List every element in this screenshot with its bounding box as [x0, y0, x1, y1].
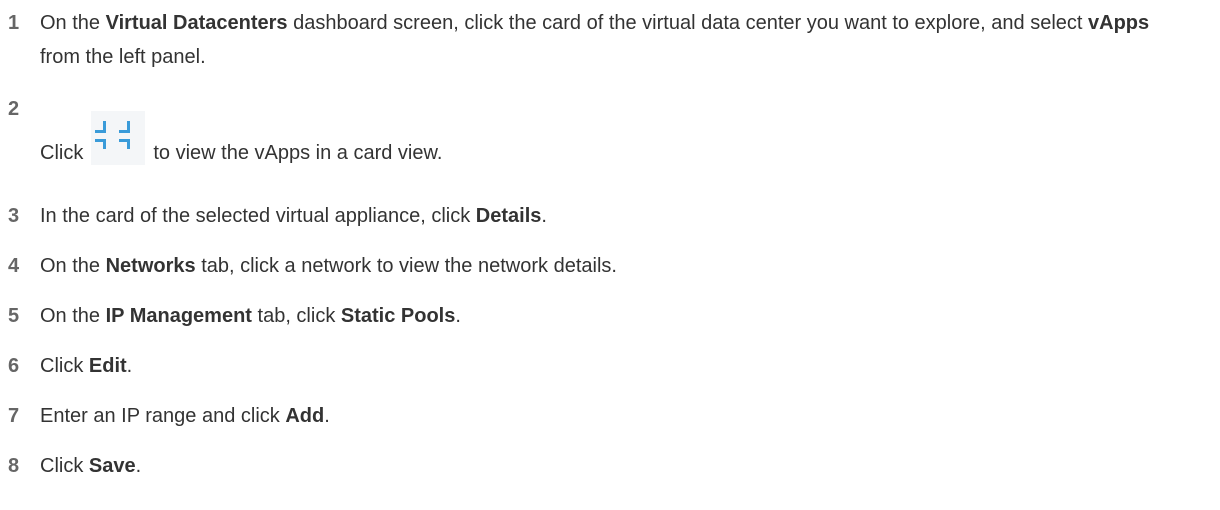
ui-label-bold: Static Pools	[340, 305, 456, 327]
step-text-segment: Enter an IP range and click	[40, 405, 286, 427]
step-number: 3	[8, 205, 20, 227]
procedure-steps: 1 On the Virtual Datacenters dashboard s…	[0, 0, 1220, 510]
step-text: On the Virtual Datacenters dashboard scr…	[40, 6, 1190, 74]
step-text: Click Save.	[40, 449, 1190, 483]
step-text-segment: tab, click	[251, 305, 341, 327]
step-text-segment: tab, click a network to view the network…	[195, 255, 617, 277]
ui-label-bold: Add	[285, 405, 325, 427]
ui-label-bold: Edit	[88, 355, 127, 377]
step-text-after: to view the vApps in a card view.	[153, 142, 443, 164]
card-view-icon	[91, 111, 146, 165]
step-text-segment: Click	[40, 455, 89, 477]
step-text-segment: dashboard screen, click the card of the …	[287, 12, 1088, 34]
step-number: 6	[8, 355, 20, 377]
step-text: Enter an IP range and click Add.	[40, 399, 1190, 433]
ui-label-bold: Networks	[105, 255, 196, 277]
step-text-before: Click	[40, 142, 84, 164]
step-number: 4	[8, 255, 20, 277]
step-number: 8	[8, 455, 20, 477]
step-text-segment: On the	[40, 12, 106, 34]
step-text-segment: .	[455, 305, 461, 327]
step-text-segment: In the card of the selected virtual appl…	[40, 205, 476, 227]
step-text-segment: Click	[40, 355, 89, 377]
step-text: Click to view the vApps in a card view.	[40, 111, 1190, 170]
step-text: In the card of the selected virtual appl…	[40, 199, 1190, 233]
step-number: 1	[8, 12, 20, 34]
step-text-segment: .	[135, 455, 142, 477]
ui-label-bold: vApps	[1088, 12, 1150, 34]
ui-label-bold: Details	[475, 205, 542, 227]
step-number: 7	[8, 405, 20, 427]
step-text: On the IP Management tab, click Static P…	[40, 299, 1190, 333]
step-number: 2	[8, 98, 20, 120]
step-text: Click Edit.	[40, 349, 1190, 383]
step-number: 5	[8, 305, 20, 327]
ui-label-bold: IP Management	[105, 305, 252, 327]
step-text-segment: .	[126, 355, 133, 377]
step-text-segment: On the	[40, 255, 106, 277]
step-text-segment: from the left panel.	[40, 46, 206, 68]
step-text-segment: .	[541, 205, 547, 227]
step-text-segment: .	[324, 405, 330, 427]
step-text-segment: On the	[40, 305, 106, 327]
ui-label-bold: Virtual Datacenters	[105, 12, 288, 34]
ui-label-bold: Save	[88, 455, 136, 477]
step-text: On the Networks tab, click a network to …	[40, 249, 1190, 283]
